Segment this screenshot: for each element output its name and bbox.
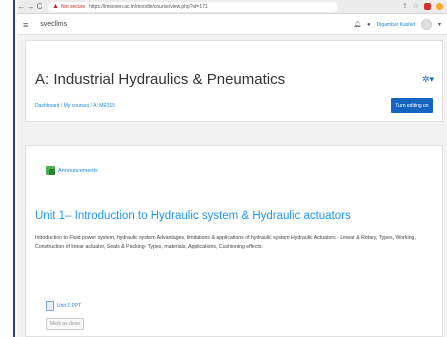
share-icon[interactable]: ⇪ xyxy=(402,0,408,14)
resource-label[interactable]: Unit 1 PPT xyxy=(57,303,81,309)
url-text[interactable]: https://lmsoven.ac.in/moodle/course/view… xyxy=(89,4,208,10)
announcements-link[interactable]: Announcements xyxy=(46,166,98,175)
site-name[interactable]: svecllms xyxy=(40,21,67,28)
forum-icon xyxy=(46,166,55,175)
announcements-label[interactable]: Announcements xyxy=(58,168,98,174)
mark-as-done-button[interactable]: Mark as done xyxy=(46,318,84,330)
gear-icon[interactable]: ✲▾ xyxy=(422,74,434,85)
turn-editing-on-button[interactable]: Turn editing on xyxy=(391,98,433,113)
forward-icon[interactable]: → xyxy=(26,0,35,14)
resource-link[interactable]: Unit 1 PPT xyxy=(46,301,81,311)
course-header: A: Industrial Hydraulics & Pneumatics ✲▾… xyxy=(25,40,443,122)
messages-icon[interactable]: ● xyxy=(367,22,371,28)
warning-icon: ▲ xyxy=(52,3,59,10)
breadcrumb-course[interactable]: A: ME315 xyxy=(93,103,115,109)
profile-icon[interactable] xyxy=(436,3,443,10)
site-navbar: ≡ svecllms 🔔︎ ● Digambar Kashid ▾ xyxy=(17,15,447,35)
menu-icon[interactable]: ≡ xyxy=(23,20,28,30)
breadcrumb-dashboard[interactable]: Dashboard xyxy=(35,103,59,109)
star-icon[interactable]: ☆ xyxy=(413,0,419,14)
course-content: Announcements Unit 1– Introduction to Hy… xyxy=(25,145,443,337)
notification-icon[interactable]: 🔔︎ xyxy=(353,21,361,28)
security-label: Not secure xyxy=(60,3,86,10)
back-icon[interactable]: ← xyxy=(17,0,26,14)
browser-toolbar: ← → C ▲ Not secure https://lmsoven.ac.in… xyxy=(17,0,447,14)
address-bar[interactable]: ▲ Not secure https://lmsoven.ac.in/moodl… xyxy=(48,1,338,12)
section-summary: Introduction to Fluid power system, hydr… xyxy=(35,235,416,250)
extension-icon[interactable] xyxy=(424,3,431,10)
reload-icon[interactable]: C xyxy=(35,0,44,14)
page-title: A: Industrial Hydraulics & Pneumatics xyxy=(35,71,286,88)
breadcrumb-my-courses[interactable]: My courses xyxy=(64,103,90,109)
avatar[interactable] xyxy=(420,19,432,30)
user-menu-area: 🔔︎ ● Digambar Kashid ▾ xyxy=(353,19,447,30)
file-icon xyxy=(46,301,54,311)
section-title: Unit 1– Introduction to Hydraulic system… xyxy=(35,210,351,222)
screenshot-area: ← → C ▲ Not secure https://lmsoven.ac.in… xyxy=(17,0,447,337)
left-border xyxy=(13,0,15,337)
user-name[interactable]: Digambar Kashid xyxy=(377,22,415,28)
browser-actions: ⇪ ☆ xyxy=(402,0,447,14)
chevron-down-icon[interactable]: ▾ xyxy=(438,21,441,28)
breadcrumb: Dashboard / My courses / A: ME315 xyxy=(35,103,115,109)
